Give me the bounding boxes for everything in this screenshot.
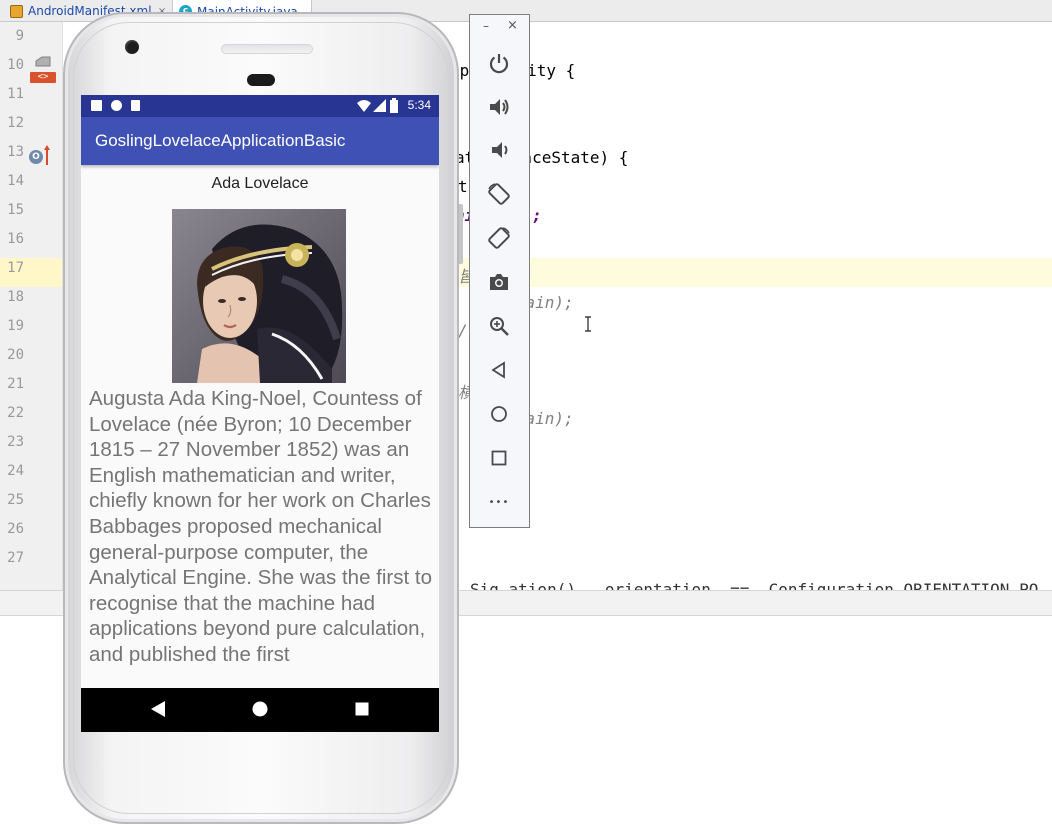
minimize-button[interactable]: – [483, 19, 489, 33]
more-button[interactable]: ••• [486, 489, 512, 515]
status-time: 5:34 [407, 98, 431, 112]
zoom-icon [490, 317, 509, 336]
volume-down-button[interactable] [486, 137, 512, 163]
volume-side-button [459, 204, 463, 264]
notification-a-icon [91, 100, 102, 111]
home-icon [491, 406, 507, 422]
line-number: 19 [7, 318, 24, 334]
speaker-grill [221, 44, 313, 54]
code-line-28: Sig_ation() orientation == Configuration… [470, 580, 1039, 590]
zoom-button[interactable] [486, 313, 512, 339]
line-number: 20 [7, 347, 24, 363]
battery-icon [390, 98, 398, 113]
code-line-19: / [458, 321, 468, 340]
rotate-left-icon [488, 183, 510, 205]
volume-up-icon [490, 99, 509, 115]
line-number: 17 [7, 260, 24, 276]
line-number: 26 [7, 521, 24, 537]
emulator-toolbar: – × ••• [469, 14, 530, 528]
rotate-right-icon [488, 227, 510, 249]
bio-text: Augusta Ada King-Noel, Countess of Lovel… [89, 387, 432, 666]
rotate-left-button[interactable] [486, 181, 512, 207]
ada-lovelace-portrait [172, 209, 346, 383]
content-title: Ada Lovelace [211, 175, 309, 192]
back-icon[interactable] [150, 700, 166, 718]
back-icon [491, 361, 505, 379]
screenshot-button[interactable] [486, 269, 512, 295]
volume-down-icon [492, 142, 508, 158]
override-arrow-icon [44, 145, 50, 165]
override-marker-icon[interactable]: O [29, 150, 43, 164]
wifi-icon [357, 100, 371, 112]
line-number: 18 [7, 289, 24, 305]
power-icon [489, 54, 509, 74]
line-number: 13 [7, 144, 24, 160]
line-number: 10 [7, 57, 24, 73]
related-layout-marker[interactable]: <> [30, 72, 56, 83]
notification-circle-icon [111, 100, 122, 111]
sd-card-icon [131, 100, 140, 111]
layout-resource-icon[interactable] [34, 56, 52, 68]
close-button[interactable]: × [507, 18, 518, 33]
line-number: 9 [15, 28, 24, 44]
home-button[interactable] [486, 401, 512, 427]
line-number: 14 [7, 173, 24, 189]
overview-button[interactable] [486, 445, 512, 471]
line-number: 16 [7, 231, 24, 247]
code-line-14: t [458, 177, 468, 196]
app-bar: GoslingLovelaceApplicationBasic [81, 117, 439, 165]
rotate-right-button[interactable] [486, 225, 512, 251]
line-number: 25 [7, 492, 24, 508]
navigation-bar [81, 688, 439, 732]
overview-icon[interactable] [354, 700, 370, 718]
text-cursor-icon [585, 316, 591, 332]
front-camera [125, 40, 139, 54]
line-number: 12 [7, 115, 24, 131]
status-bar: 5:34 [81, 95, 439, 117]
device-screen[interactable]: 5:34 GoslingLovelaceApplicationBasic Ada… [81, 95, 439, 732]
line-number: 22 [7, 405, 24, 421]
camera-icon [490, 274, 508, 290]
volume-up-button[interactable] [486, 94, 512, 120]
line-number: 21 [7, 376, 24, 392]
desktop: AndroidManifest.xml × c MainActivity.jav… [0, 0, 1052, 840]
home-icon[interactable] [252, 700, 268, 718]
overview-icon [491, 450, 507, 466]
android-emulator-device: 5:34 GoslingLovelaceApplicationBasic Ada… [63, 12, 463, 824]
line-number: 15 [7, 202, 24, 218]
signal-icon [373, 99, 386, 112]
line-number: 27 [7, 550, 24, 566]
line-number: 11 [7, 86, 24, 102]
earpiece [247, 74, 275, 86]
more-icon: ••• [488, 496, 510, 508]
xml-file-icon [10, 4, 23, 18]
app-title: GoslingLovelaceApplicationBasic [95, 131, 346, 150]
line-number: 23 [7, 434, 24, 450]
power-button[interactable] [486, 50, 512, 76]
back-button[interactable] [486, 357, 512, 383]
line-number: 24 [7, 463, 24, 479]
